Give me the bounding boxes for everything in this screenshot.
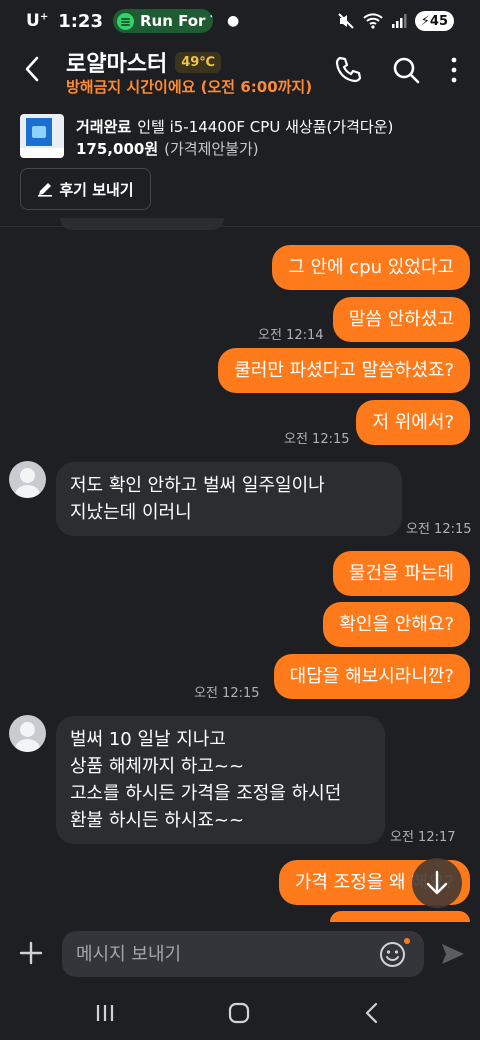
outgoing-message[interactable]: 쿨러만 파셨다고 말씀하셨죠? bbox=[218, 348, 470, 393]
do-not-disturb-notice: 방해금지 시간이에요 (오전 6:00까지) bbox=[66, 78, 313, 96]
outgoing-message-partial[interactable] bbox=[330, 911, 470, 922]
search-icon[interactable] bbox=[390, 54, 422, 86]
status-bar: U+ 1:23 Run For T ● ⚡ 45 bbox=[0, 0, 480, 42]
outgoing-message[interactable]: 말씀 안하셨고 bbox=[332, 297, 470, 342]
incoming-message[interactable]: 저도 확인 안하고 벌써 일주일이나 지났는데 이러니 bbox=[56, 462, 402, 536]
product-thumbnail[interactable] bbox=[20, 114, 64, 158]
scroll-to-bottom-button[interactable] bbox=[412, 858, 462, 908]
media-app-label: Run For T bbox=[139, 12, 213, 30]
back-icon[interactable] bbox=[18, 54, 48, 84]
price-note: (가격제안불가) bbox=[164, 140, 259, 158]
message-timestamp: 오전 12:17 bbox=[390, 830, 456, 845]
notification-dot-icon: ● bbox=[226, 13, 240, 29]
spotify-icon bbox=[116, 12, 134, 30]
system-nav-bar bbox=[0, 986, 480, 1040]
emoji-icon[interactable] bbox=[379, 941, 406, 968]
send-icon[interactable] bbox=[440, 942, 466, 966]
carrier-label: U+ bbox=[26, 11, 49, 31]
new-emoji-badge bbox=[404, 938, 410, 944]
arrow-down-icon bbox=[426, 870, 448, 895]
message-input[interactable] bbox=[76, 943, 366, 965]
pencil-icon bbox=[38, 183, 53, 197]
plus-icon[interactable] bbox=[18, 940, 44, 966]
mute-icon bbox=[338, 13, 354, 29]
message-input-bar bbox=[0, 922, 480, 986]
seller-name[interactable]: 로얄마스터 bbox=[66, 46, 167, 78]
incoming-message[interactable]: 벌써 10 일날 지나고 상품 해체까지 하고~~ 고소를 하시든 가격을 조정… bbox=[56, 716, 385, 844]
trade-status: 거래완료 bbox=[76, 118, 132, 136]
message-line: 지났는데 이러니 bbox=[70, 502, 192, 523]
product-title: 인텔 i5-14400F CPU 새상품(가격다운) bbox=[137, 118, 394, 136]
message-line: 상품 해체까지 하고~~ bbox=[70, 756, 245, 777]
clock: 1:23 bbox=[58, 10, 103, 32]
message-timestamp: 오전 12:15 bbox=[406, 522, 472, 537]
chat-header: 로얄마스터 49℃ 방해금지 시간이에요 (오전 6:00까지) bbox=[0, 42, 480, 100]
message-field-container bbox=[62, 931, 424, 977]
phone-icon[interactable] bbox=[332, 54, 364, 86]
outgoing-message[interactable]: 대답을 해보시라니깐? bbox=[273, 654, 470, 699]
nav-back-icon[interactable] bbox=[360, 1000, 386, 1026]
outgoing-message[interactable]: 그 안에 cpu 있었다고 bbox=[272, 245, 470, 290]
media-pill[interactable]: Run For T bbox=[112, 9, 213, 33]
review-button-label: 후기 보내기 bbox=[59, 180, 134, 199]
home-icon[interactable] bbox=[226, 1000, 252, 1026]
message-timestamp: 오전 12:15 bbox=[194, 686, 260, 701]
message-line: 벌써 10 일날 지나고 bbox=[70, 729, 226, 750]
battery-indicator: ⚡ 45 bbox=[414, 11, 454, 31]
outgoing-message[interactable]: 물건을 파는데 bbox=[332, 551, 470, 596]
outgoing-message[interactable]: 확인을 안해요? bbox=[323, 602, 470, 647]
avatar[interactable] bbox=[9, 715, 46, 752]
previous-message-edge bbox=[60, 218, 224, 230]
message-line: 환불 하시든 하시죠~~ bbox=[70, 810, 245, 831]
message-line: 저도 확인 안하고 벌써 일주일이나 bbox=[70, 475, 325, 496]
avatar[interactable] bbox=[9, 461, 46, 498]
more-icon[interactable] bbox=[438, 54, 470, 86]
manner-temperature-badge: 49℃ bbox=[175, 51, 222, 73]
recents-icon[interactable] bbox=[92, 1000, 118, 1026]
signal-icon bbox=[391, 14, 407, 28]
product-info[interactable]: 거래완료 인텔 i5-14400F CPU 새상품(가격다운) 175,000원 (… bbox=[0, 108, 480, 162]
outgoing-message[interactable]: 저 위에서? bbox=[356, 400, 470, 445]
message-line: 고소를 하시든 가격을 조정을 하시던 bbox=[70, 783, 342, 804]
header-divider bbox=[0, 226, 480, 227]
message-timestamp: 오전 12:14 bbox=[258, 328, 324, 343]
send-review-button[interactable]: 후기 보내기 bbox=[20, 168, 151, 210]
product-price: 175,000원 bbox=[76, 140, 159, 158]
message-timestamp: 오전 12:15 bbox=[284, 432, 350, 447]
wifi-icon bbox=[363, 13, 383, 29]
